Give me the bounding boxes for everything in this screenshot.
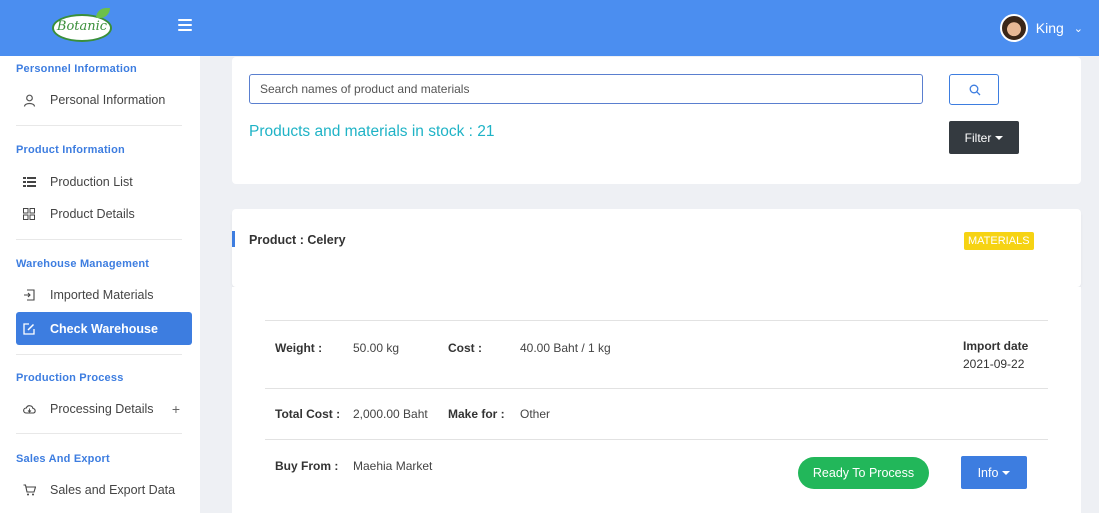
ready-to-process-button[interactable]: Ready To Process	[798, 457, 929, 489]
weight-value: 50.00 kg	[353, 341, 400, 355]
sidebar-item-label: Processing Details	[50, 402, 154, 416]
total-cost-value: 2,000.00 Baht	[353, 407, 428, 421]
sidebar-item-label: Personal Information	[50, 93, 166, 107]
sidebar-item-sales-export[interactable]: Sales and Export Data	[16, 475, 192, 505]
make-for-value: Other	[520, 407, 551, 421]
sidebar-item-label: Production List	[50, 175, 133, 189]
buy-from-label: Buy From :	[275, 459, 339, 473]
sidebar-item-label: Imported Materials	[50, 288, 154, 302]
accent-bar	[232, 231, 235, 247]
sidebar-divider	[16, 125, 182, 126]
stock-count: Products and materials in stock : 21	[249, 123, 495, 140]
logo-text: Botanic	[56, 19, 108, 34]
grid-icon	[22, 207, 36, 221]
sidebar-section-product: Product Information	[16, 144, 125, 156]
info-label: Info	[977, 465, 999, 480]
sidebar-item-production-list[interactable]: Production List	[16, 167, 192, 197]
user-name: King	[1035, 20, 1064, 36]
total-cost-label: Total Cost :	[275, 407, 341, 421]
product-card: Product : Celery MATERIALS	[232, 209, 1081, 287]
sidebar-divider	[16, 433, 182, 434]
filter-label: Filter	[964, 130, 992, 145]
info-button[interactable]: Info	[961, 456, 1027, 489]
row-divider	[265, 320, 1048, 321]
leaf-icon	[96, 8, 110, 18]
edit-icon	[22, 322, 36, 336]
sidebar-section-warehouse: Warehouse Management	[16, 258, 150, 270]
top-navbar: Botanic King ⌄	[0, 0, 1099, 56]
product-details: Weight : 50.00 kg Cost : 40.00 Baht / 1 …	[232, 287, 1081, 513]
user-menu[interactable]: King ⌄	[999, 14, 1083, 42]
weight-label: Weight :	[275, 341, 323, 355]
search-card: Products and materials in stock : 21 Fil…	[232, 57, 1081, 184]
sidebar-section-production-process: Production Process	[16, 372, 124, 384]
sidebar: Personnel Information Personal Informati…	[0, 56, 200, 513]
sidebar-item-imported-materials[interactable]: Imported Materials	[16, 280, 192, 310]
product-title: Product : Celery	[249, 233, 346, 247]
cloud-icon	[22, 402, 36, 416]
hamburger-icon[interactable]	[178, 19, 192, 33]
list-icon	[22, 175, 36, 189]
make-for-label: Make for :	[448, 407, 505, 421]
cost-label: Cost :	[448, 341, 482, 355]
sidebar-divider	[16, 239, 182, 240]
search-input[interactable]	[249, 74, 923, 104]
filter-button[interactable]: Filter	[949, 121, 1019, 154]
sidebar-item-label: Product Details	[50, 207, 135, 221]
chevron-down-icon: ⌄	[1073, 22, 1083, 35]
search-button[interactable]	[949, 74, 999, 105]
buy-from-value: Maehia Market	[353, 459, 433, 473]
brand-logo[interactable]: Botanic	[44, 8, 120, 46]
avatar	[999, 14, 1028, 42]
row-divider	[265, 439, 1048, 440]
sidebar-item-label: Sales and Export Data	[50, 483, 176, 497]
import-icon	[22, 288, 36, 302]
caret-down-icon	[1002, 470, 1011, 475]
sidebar-item-personal-information[interactable]: Personal Information	[16, 85, 192, 115]
sidebar-item-label: Check Warehouse	[50, 321, 158, 336]
search-icon	[969, 84, 981, 96]
sidebar-divider	[16, 354, 182, 355]
caret-down-icon	[995, 135, 1004, 140]
cost-value: 40.00 Baht / 1 kg	[520, 341, 611, 355]
sidebar-item-product-details[interactable]: Product Details	[16, 199, 192, 229]
sidebar-section-sales: Sales And Export	[16, 453, 110, 465]
sidebar-item-check-warehouse[interactable]: Check Warehouse	[16, 312, 192, 345]
sidebar-item-processing-details[interactable]: Processing Details +	[16, 394, 192, 424]
sidebar-section-personnel: Personnel Information	[16, 63, 137, 75]
user-icon	[22, 93, 36, 107]
status-badge: MATERIALS	[964, 232, 1034, 250]
import-date-label: Import date	[963, 339, 1029, 353]
row-divider	[265, 388, 1048, 389]
cart-icon	[22, 483, 36, 497]
expand-plus-icon[interactable]: +	[172, 401, 180, 417]
import-date-value: 2021-09-22	[963, 357, 1025, 371]
